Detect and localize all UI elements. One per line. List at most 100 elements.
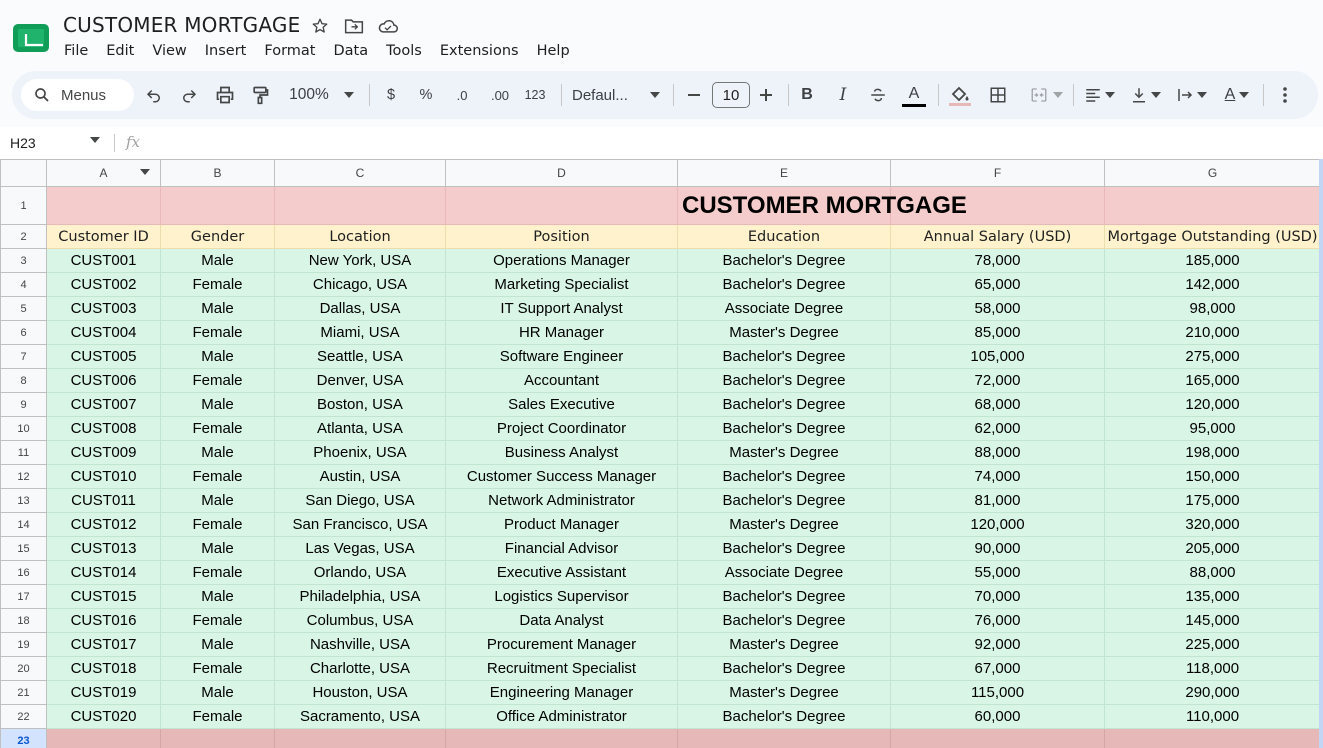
font-caret-icon[interactable]	[648, 71, 662, 119]
decrease-decimal-button[interactable]: .0	[449, 71, 475, 119]
increase-decimal-button[interactable]: .00	[485, 71, 515, 119]
cell-location[interactable]: San Francisco, USA	[274, 512, 446, 537]
row-header[interactable]: 2	[0, 224, 47, 249]
cell-customer-id[interactable]: CUST014	[46, 560, 161, 585]
cell-customer-id[interactable]: CUST017	[46, 632, 161, 657]
column-header-b[interactable]: B	[160, 159, 275, 187]
strikethrough-button[interactable]	[867, 71, 889, 119]
cell-customer-id[interactable]: CUST018	[46, 656, 161, 681]
cell-customer-id[interactable]: CUST013	[46, 536, 161, 561]
row-header[interactable]: 21	[0, 680, 47, 705]
cell-annual-salary[interactable]: 90,000	[890, 536, 1105, 561]
cell-position[interactable]: HR Manager	[445, 320, 678, 345]
cell-gender[interactable]: Male	[160, 488, 275, 513]
cell-customer-id[interactable]: CUST020	[46, 704, 161, 729]
cell-location[interactable]: New York, USA	[274, 248, 446, 273]
row-header[interactable]: 20	[0, 656, 47, 681]
header-mortgage-outstanding[interactable]: Mortgage Outstanding (USD)	[1104, 224, 1321, 249]
column-menu-caret-icon[interactable]	[140, 169, 150, 175]
cell-education[interactable]: Bachelor's Degree	[677, 704, 891, 729]
cell-annual-salary[interactable]: 65,000	[890, 272, 1105, 297]
bold-button[interactable]: B	[796, 71, 818, 119]
cell-customer-id[interactable]: CUST002	[46, 272, 161, 297]
title-cell[interactable]: CUSTOMER MORTGAGE	[445, 186, 967, 225]
format-percent-button[interactable]: %	[414, 71, 438, 119]
more-formats-button[interactable]: 123	[520, 71, 550, 119]
cell-mortgage-outstanding[interactable]: 110,000	[1104, 704, 1321, 729]
cell[interactable]	[46, 186, 161, 225]
column-header-e[interactable]: E	[677, 159, 891, 187]
cell[interactable]	[1104, 728, 1321, 748]
cell-education[interactable]: Bachelor's Degree	[677, 248, 891, 273]
cell-position[interactable]: IT Support Analyst	[445, 296, 678, 321]
header-education[interactable]: Education	[677, 224, 891, 249]
cell-position[interactable]: Engineering Manager	[445, 680, 678, 705]
menu-edit[interactable]: Edit	[97, 41, 143, 61]
cell-education[interactable]: Master's Degree	[677, 512, 891, 537]
row-header[interactable]: 16	[0, 560, 47, 585]
cell-education[interactable]: Bachelor's Degree	[677, 488, 891, 513]
menu-data[interactable]: Data	[324, 41, 377, 61]
row-header[interactable]: 12	[0, 464, 47, 489]
cell-gender[interactable]: Male	[160, 392, 275, 417]
header-gender[interactable]: Gender	[160, 224, 275, 249]
row-header[interactable]: 8	[0, 368, 47, 393]
cell[interactable]	[677, 728, 891, 748]
cell-annual-salary[interactable]: 92,000	[890, 632, 1105, 657]
cell-education[interactable]: Master's Degree	[677, 632, 891, 657]
cell-mortgage-outstanding[interactable]: 205,000	[1104, 536, 1321, 561]
cell-mortgage-outstanding[interactable]: 175,000	[1104, 488, 1321, 513]
row-header[interactable]: 19	[0, 632, 47, 657]
cell-annual-salary[interactable]: 60,000	[890, 704, 1105, 729]
move-folder-icon[interactable]	[343, 15, 365, 37]
cell-mortgage-outstanding[interactable]: 142,000	[1104, 272, 1321, 297]
menu-format[interactable]: Format	[255, 41, 324, 61]
cell-customer-id[interactable]: CUST011	[46, 488, 161, 513]
cell-position[interactable]: Product Manager	[445, 512, 678, 537]
cell-position[interactable]: Data Analyst	[445, 608, 678, 633]
text-wrapping-button[interactable]	[1172, 71, 1210, 119]
cell-location[interactable]: San Diego, USA	[274, 488, 446, 513]
font-size-input[interactable]: 10	[712, 82, 750, 108]
cell-position[interactable]: Customer Success Manager	[445, 464, 678, 489]
menu-file[interactable]: File	[55, 41, 97, 61]
cell-gender[interactable]: Female	[160, 608, 275, 633]
menu-insert[interactable]: Insert	[196, 41, 256, 61]
cell-position[interactable]: Office Administrator	[445, 704, 678, 729]
cell-position[interactable]: Operations Manager	[445, 248, 678, 273]
column-header-f[interactable]: F	[890, 159, 1105, 187]
header-annual-salary[interactable]: Annual Salary (USD)	[890, 224, 1105, 249]
select-all-corner[interactable]	[0, 159, 47, 187]
cell-location[interactable]: Houston, USA	[274, 680, 446, 705]
cell[interactable]	[46, 728, 161, 748]
cell-customer-id[interactable]: CUST009	[46, 440, 161, 465]
cell-customer-id[interactable]: CUST001	[46, 248, 161, 273]
cell-education[interactable]: Bachelor's Degree	[677, 608, 891, 633]
more-options-button[interactable]	[1274, 71, 1296, 119]
cell-position[interactable]: Marketing Specialist	[445, 272, 678, 297]
row-header[interactable]: 14	[0, 512, 47, 537]
scrollbar-edge[interactable]	[1319, 159, 1323, 748]
cell-mortgage-outstanding[interactable]: 320,000	[1104, 512, 1321, 537]
cell-mortgage-outstanding[interactable]: 210,000	[1104, 320, 1321, 345]
header-location[interactable]: Location	[274, 224, 446, 249]
cell-annual-salary[interactable]: 62,000	[890, 416, 1105, 441]
row-header[interactable]: 17	[0, 584, 47, 609]
vertical-align-button[interactable]	[1126, 71, 1164, 119]
menu-extensions[interactable]: Extensions	[431, 41, 528, 61]
row-header[interactable]: 6	[0, 320, 47, 345]
cell-annual-salary[interactable]: 68,000	[890, 392, 1105, 417]
horizontal-align-button[interactable]	[1080, 71, 1118, 119]
cell-customer-id[interactable]: CUST015	[46, 584, 161, 609]
zoom-select[interactable]: 100%	[284, 71, 334, 119]
cell-customer-id[interactable]: CUST004	[46, 320, 161, 345]
row-header[interactable]: 4	[0, 272, 47, 297]
cell-location[interactable]: Las Vegas, USA	[274, 536, 446, 561]
cell-customer-id[interactable]: CUST010	[46, 464, 161, 489]
cell-customer-id[interactable]: CUST005	[46, 344, 161, 369]
cell-mortgage-outstanding[interactable]: 98,000	[1104, 296, 1321, 321]
cell-gender[interactable]: Male	[160, 536, 275, 561]
cell-gender[interactable]: Male	[160, 440, 275, 465]
cell-location[interactable]: Miami, USA	[274, 320, 446, 345]
cell-mortgage-outstanding[interactable]: 118,000	[1104, 656, 1321, 681]
